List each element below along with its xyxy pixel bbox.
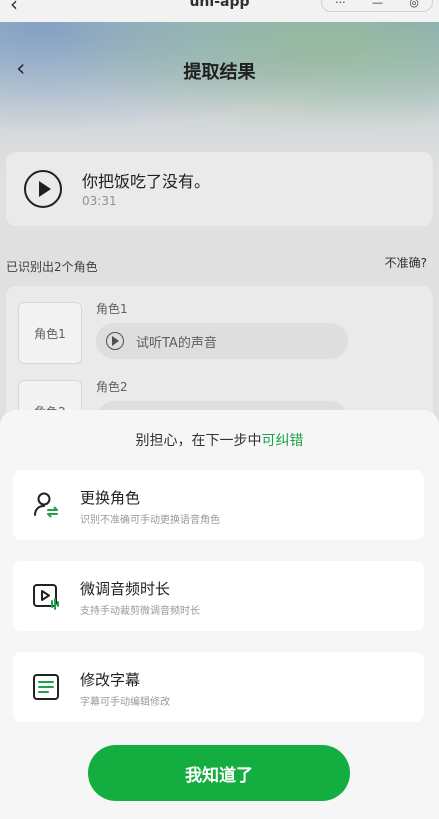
audio-trim-icon: [33, 584, 59, 610]
option-subtitle: 字幕可手动编辑修改: [80, 697, 170, 708]
confirm-button[interactable]: 我知道了: [88, 745, 350, 801]
option-edit-subtitles[interactable]: 修改字幕 字幕可手动编辑修改: [13, 652, 424, 722]
sheet-hint: 别担心，在下一步中可纠错: [0, 430, 439, 450]
bottom-sheet: 别担心，在下一步中可纠错 更换角色 识别不准确可手动更换语音角色 微调音频时长 …: [0, 410, 439, 819]
option-title: 更换角色: [80, 489, 141, 507]
hint-text: 别担心，在下一步中: [135, 433, 262, 449]
subtitle-edit-icon: [33, 674, 59, 700]
option-subtitle: 支持手动裁剪微调音频时长: [80, 606, 200, 617]
option-title: 微调音频时长: [80, 580, 171, 598]
option-title: 修改字幕: [80, 671, 141, 689]
option-change-role[interactable]: 更换角色 识别不准确可手动更换语音角色: [13, 470, 424, 540]
hint-accent: 可纠错: [261, 433, 304, 449]
option-subtitle: 识别不准确可手动更换语音角色: [80, 515, 220, 526]
option-trim-audio[interactable]: 微调音频时长 支持手动裁剪微调音频时长: [13, 561, 424, 631]
user-swap-icon: [34, 492, 58, 518]
